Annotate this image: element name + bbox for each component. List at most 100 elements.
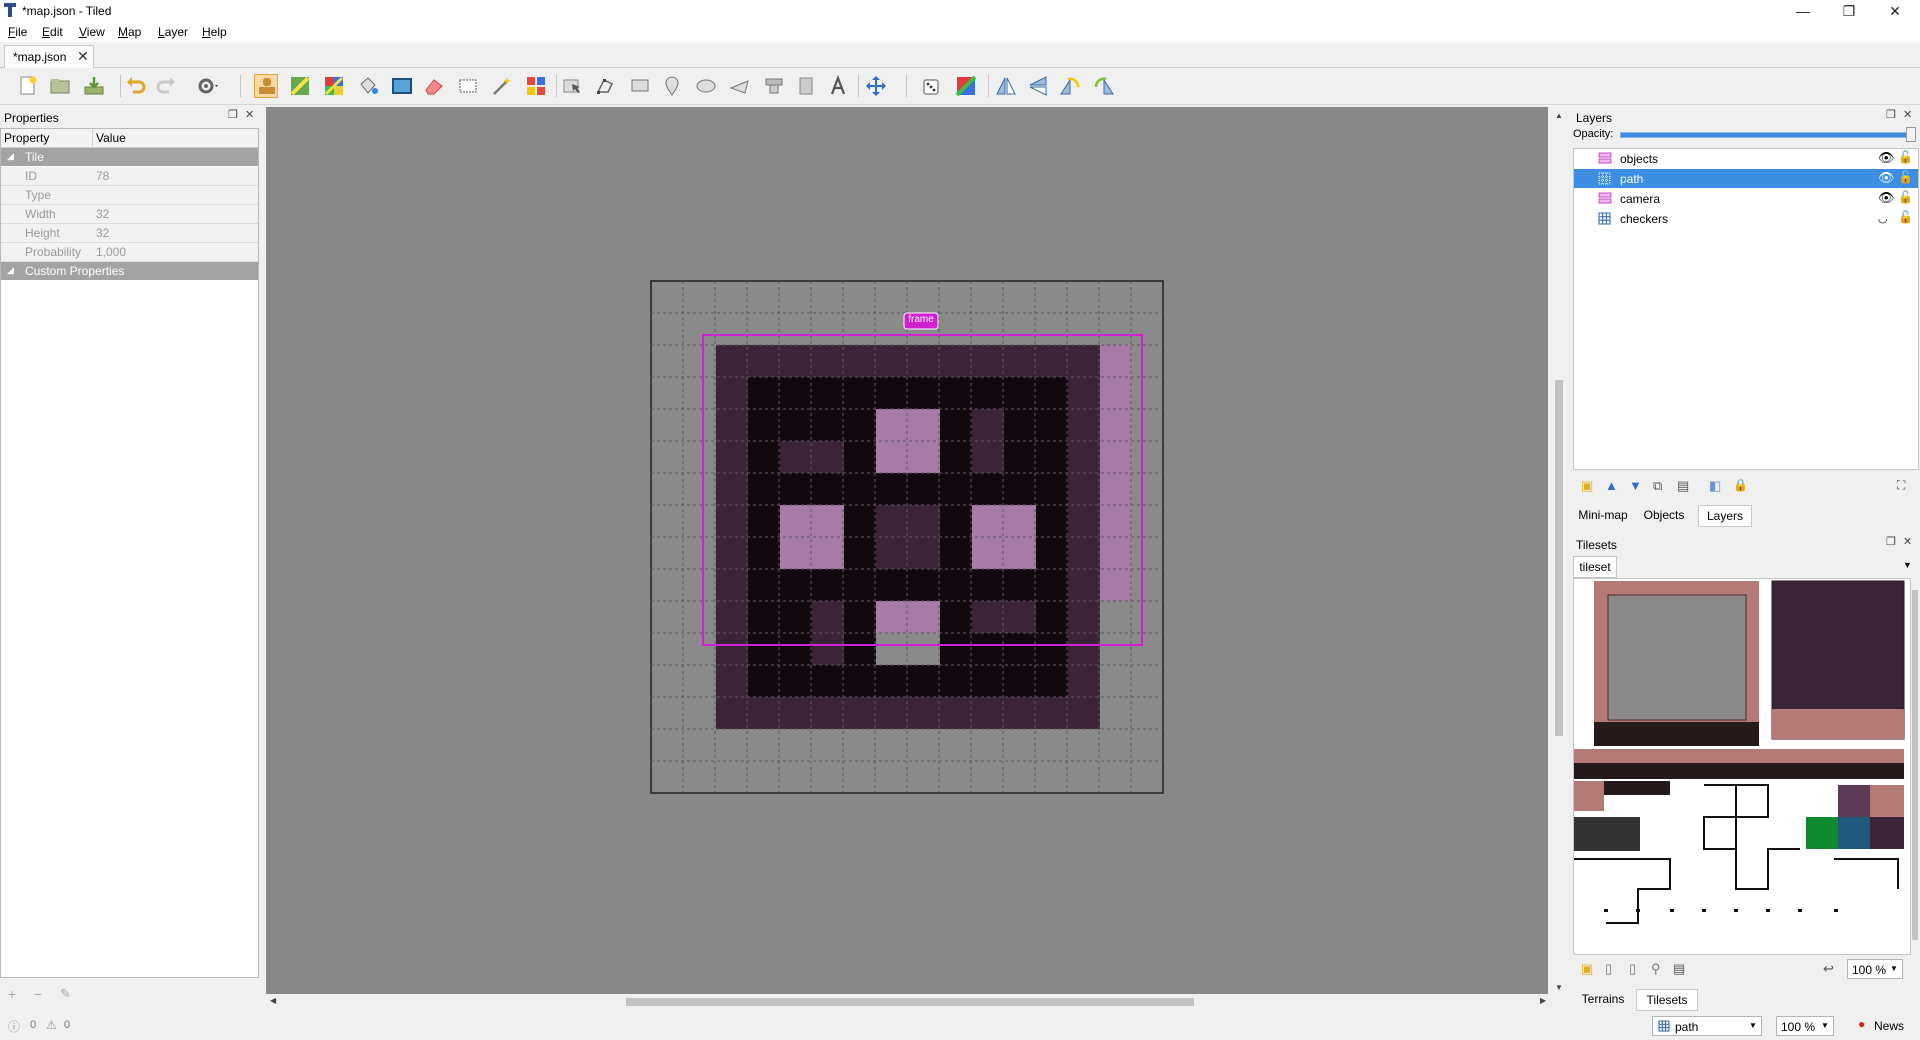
visibility-eye-icon[interactable]: 👁 bbox=[1878, 190, 1895, 206]
edit-tileset-icon[interactable]: ⚲ bbox=[1651, 961, 1661, 977]
tileset-tab[interactable]: tileset bbox=[1573, 556, 1617, 578]
delete-layer-icon[interactable]: ▤ bbox=[1677, 478, 1689, 494]
group-custom-properties[interactable]: ◢ Custom Properties bbox=[1, 262, 258, 280]
commands-icon[interactable] bbox=[196, 74, 220, 98]
stamp-brush-icon[interactable] bbox=[254, 74, 278, 98]
raise-layer-icon[interactable]: ▲ bbox=[1605, 478, 1618, 493]
new-tileset-icon[interactable]: ▣ bbox=[1581, 961, 1593, 977]
property-row-height[interactable]: Height 32 bbox=[1, 224, 258, 243]
select-same-tile-icon[interactable] bbox=[524, 74, 548, 98]
insert-point-icon[interactable] bbox=[660, 74, 684, 98]
tileset-zoom-combo[interactable]: 100 % ▼ bbox=[1847, 959, 1903, 979]
map-horizontal-scrollbar[interactable]: ◀ ▶ bbox=[266, 994, 1552, 1010]
wang-fill-icon[interactable] bbox=[954, 74, 978, 98]
new-layer-icon[interactable]: ▣ bbox=[1581, 478, 1593, 494]
new-map-icon[interactable] bbox=[16, 74, 40, 98]
insert-ellipse-icon[interactable] bbox=[694, 74, 718, 98]
layer-row-objects[interactable]: objects 👁 🔓 bbox=[1574, 149, 1918, 168]
duplicate-layer-icon[interactable]: ⧉ bbox=[1653, 478, 1662, 494]
insert-text-icon[interactable] bbox=[826, 74, 850, 98]
lock-icon[interactable]: 🔓 bbox=[1898, 150, 1913, 164]
tab-terrains[interactable]: Terrains bbox=[1573, 989, 1633, 1009]
rotate-left-icon[interactable] bbox=[1058, 74, 1082, 98]
map-zoom-combo[interactable]: 100 % ▼ bbox=[1776, 1016, 1834, 1036]
save-icon[interactable] bbox=[82, 74, 106, 98]
close-dock-icon[interactable]: ✕ bbox=[1903, 535, 1912, 548]
insert-rectangle-icon[interactable] bbox=[628, 74, 652, 98]
visibility-eye-icon[interactable]: 👁 bbox=[1878, 150, 1895, 166]
layer-row-camera[interactable]: camera 👁 🔓 bbox=[1574, 189, 1918, 208]
property-row-width[interactable]: Width 32 bbox=[1, 205, 258, 224]
layer-row-checkers[interactable]: checkers ◡ 🔓 bbox=[1574, 209, 1918, 228]
visibility-eye-icon[interactable]: 👁 bbox=[1878, 170, 1895, 186]
vertical-scroll-thumb[interactable] bbox=[1555, 380, 1563, 736]
import-tileset-icon[interactable]: ▯ bbox=[1605, 961, 1612, 977]
shape-fill-icon[interactable] bbox=[390, 74, 414, 98]
rect-select-icon[interactable] bbox=[456, 74, 480, 98]
lock-other-layers-icon[interactable]: 🔒 bbox=[1733, 478, 1748, 492]
move-icon[interactable] bbox=[864, 74, 888, 98]
document-tab[interactable]: *map.json ✕ bbox=[4, 45, 94, 68]
hidden-eye-icon[interactable]: ◡ bbox=[1878, 212, 1888, 225]
dynamic-wrapping-icon[interactable]: ↩ bbox=[1823, 961, 1834, 977]
toggle-other-layers-icon[interactable]: ◧ bbox=[1709, 478, 1721, 494]
tab-layers[interactable]: Layers bbox=[1698, 505, 1752, 527]
menu-layer[interactable]: Layer bbox=[158, 25, 188, 39]
layer-properties-icon[interactable]: ⛶ bbox=[1897, 478, 1905, 493]
group-tile[interactable]: ◢ Tile bbox=[1, 148, 258, 166]
redo-icon[interactable] bbox=[154, 74, 178, 98]
menu-help[interactable]: Help bbox=[202, 25, 227, 39]
terrain-brush-icon[interactable] bbox=[288, 74, 312, 98]
menu-map[interactable]: Map bbox=[118, 25, 141, 39]
frame-object-label[interactable]: frame bbox=[906, 314, 936, 325]
tileset-view[interactable] bbox=[1573, 578, 1911, 955]
tab-mini-map[interactable]: Mini-map bbox=[1573, 505, 1633, 525]
menu-edit[interactable]: Edit bbox=[42, 25, 63, 39]
insert-template-icon[interactable] bbox=[794, 74, 818, 98]
error-icon[interactable]: ⓘ bbox=[8, 1018, 20, 1035]
add-property-icon[interactable]: + bbox=[8, 986, 16, 1002]
rename-property-icon[interactable]: ✎ bbox=[60, 986, 71, 1002]
open-icon[interactable] bbox=[48, 74, 72, 98]
float-dock-icon[interactable]: ❐ bbox=[1886, 535, 1896, 548]
lock-icon[interactable]: 🔓 bbox=[1898, 210, 1913, 224]
property-row-type[interactable]: Type bbox=[1, 186, 258, 205]
menu-view[interactable]: View bbox=[79, 25, 105, 39]
map-view[interactable]: frame bbox=[266, 107, 1548, 998]
tab-tilesets[interactable]: Tilesets bbox=[1636, 989, 1698, 1011]
insert-tile-icon[interactable] bbox=[762, 74, 786, 98]
opacity-slider[interactable] bbox=[1620, 132, 1916, 138]
minimize-button[interactable]: — bbox=[1780, 0, 1826, 22]
float-dock-icon[interactable]: ❐ bbox=[228, 108, 238, 121]
current-layer-combo[interactable]: path ▼ bbox=[1652, 1016, 1762, 1036]
insert-polygon-icon[interactable] bbox=[728, 74, 752, 98]
eraser-icon[interactable] bbox=[422, 74, 446, 98]
tileset-scrollbar[interactable] bbox=[1911, 578, 1919, 955]
tileset-list-dropdown-icon[interactable]: ▼ bbox=[1903, 560, 1912, 570]
collapse-arrow-icon[interactable]: ◢ bbox=[7, 265, 14, 276]
map-vertical-scrollbar[interactable]: ▲ ▼ bbox=[1552, 107, 1566, 998]
horizontal-scroll-thumb[interactable] bbox=[626, 998, 1194, 1006]
collapse-arrow-icon[interactable]: ◢ bbox=[7, 151, 14, 162]
close-button[interactable]: ✕ bbox=[1872, 0, 1918, 22]
property-row-probability[interactable]: Probability 1,000 bbox=[1, 243, 258, 262]
rotate-right-icon[interactable] bbox=[1092, 74, 1116, 98]
news-button[interactable]: News bbox=[1874, 1019, 1904, 1033]
maximize-button[interactable]: ❐ bbox=[1826, 0, 1872, 22]
property-row-id[interactable]: ID 78 bbox=[1, 167, 258, 186]
menu-file[interactable]: File bbox=[8, 25, 27, 39]
remove-property-icon[interactable]: − bbox=[34, 986, 42, 1002]
flip-vertical-icon[interactable] bbox=[1026, 74, 1050, 98]
close-dock-icon[interactable]: ✕ bbox=[245, 108, 254, 121]
float-dock-icon[interactable]: ❐ bbox=[1886, 108, 1896, 121]
lower-layer-icon[interactable]: ▼ bbox=[1629, 478, 1642, 493]
news-icon[interactable]: ● bbox=[1858, 1017, 1865, 1031]
flip-horizontal-icon[interactable] bbox=[994, 74, 1018, 98]
wang-brush-icon[interactable] bbox=[322, 74, 346, 98]
export-tileset-icon[interactable]: ▯ bbox=[1629, 961, 1636, 977]
random-mode-icon[interactable] bbox=[920, 74, 944, 98]
remove-tileset-icon[interactable]: ▤ bbox=[1673, 961, 1685, 977]
tab-objects[interactable]: Objects bbox=[1634, 505, 1694, 525]
lock-icon[interactable]: 🔓 bbox=[1898, 190, 1913, 204]
close-tab-icon[interactable]: ✕ bbox=[77, 48, 89, 65]
